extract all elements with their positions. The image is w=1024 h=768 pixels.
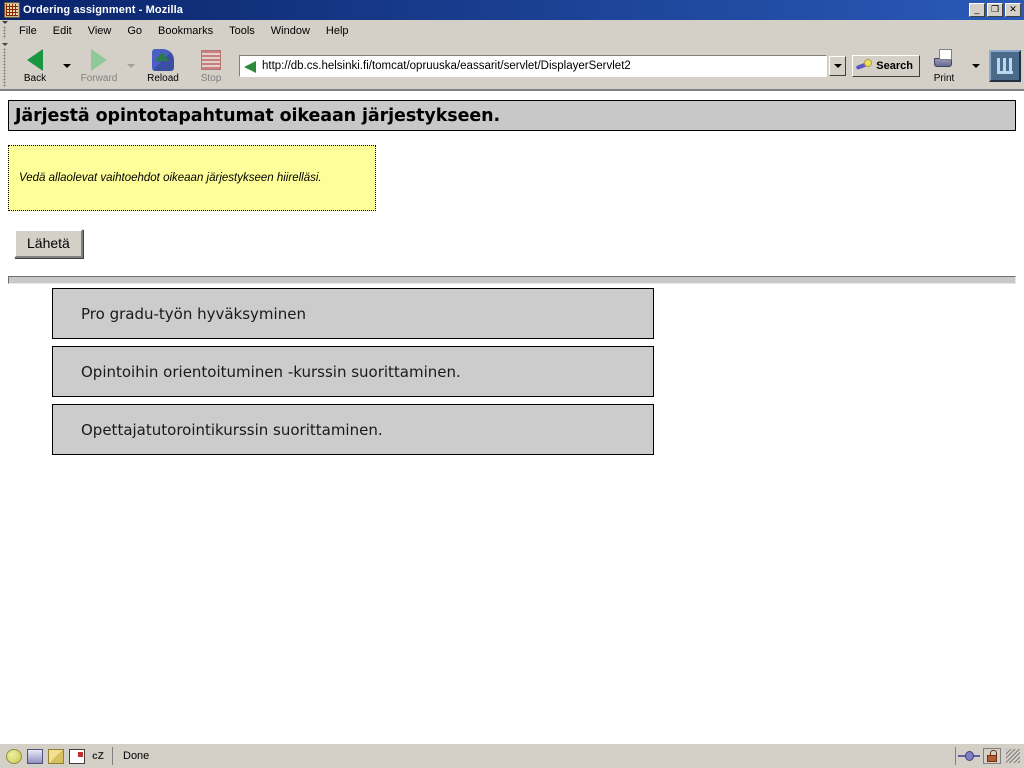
list-item[interactable]: Pro gradu-työn hyväksyminen — [52, 288, 654, 339]
menu-go[interactable]: Go — [119, 23, 150, 39]
close-button[interactable]: ✕ — [1005, 3, 1021, 17]
mozilla-throbber-icon[interactable] — [989, 49, 1021, 82]
menu-file[interactable]: File — [11, 23, 45, 39]
window-controls: _ ❐ ✕ — [969, 3, 1021, 17]
back-arrow-icon — [23, 48, 47, 72]
list-item-label: Opintoihin orientoituminen -kurssin suor… — [81, 362, 461, 381]
forward-arrow-icon — [87, 48, 111, 72]
minimize-button[interactable]: _ — [969, 3, 985, 17]
print-dropdown-icon[interactable] — [972, 63, 980, 68]
submit-button[interactable]: Lähetä — [14, 229, 83, 258]
print-icon — [932, 48, 956, 72]
search-icon — [856, 58, 873, 73]
search-button[interactable]: Search — [852, 54, 920, 77]
address-dropdown-button[interactable] — [829, 55, 847, 76]
navigation-toolbar: Back Forward Reload Stop http://db.cs.he… — [0, 42, 1024, 90]
page-title: Järjestä opintotapahtumat oikeaan järjes… — [8, 100, 1016, 131]
offline-status-icon[interactable] — [958, 748, 980, 764]
browser-window: Ordering assignment - Mozilla _ ❐ ✕ File… — [0, 0, 1024, 768]
stop-icon — [199, 48, 223, 72]
chevron-down-icon — [833, 63, 842, 68]
title-bar: Ordering assignment - Mozilla _ ❐ ✕ — [0, 0, 1024, 20]
ordering-item-list: Pro gradu-työn hyväksyminen Opintoihin o… — [0, 288, 1024, 455]
list-item[interactable]: Opettajatutorointikurssin suorittaminen. — [52, 404, 654, 455]
menu-help[interactable]: Help — [318, 23, 357, 39]
mail-compose-icon[interactable] — [27, 748, 43, 764]
list-item-label: Opettajatutorointikurssin suorittaminen. — [81, 420, 383, 439]
browser-icon[interactable] — [6, 748, 22, 764]
page-proxy-icon — [243, 58, 259, 74]
instruction-box: Vedä allaolevat vaihtoehdot oikeaan järj… — [8, 145, 376, 211]
menu-bookmarks[interactable]: Bookmarks — [150, 23, 221, 39]
window-resize-grip[interactable] — [1006, 749, 1020, 763]
print-button-label: Print — [933, 72, 955, 84]
url-input[interactable]: http://db.cs.helsinki.fi/tomcat/opruuska… — [262, 60, 826, 72]
status-bar: cZ Done — [0, 743, 1024, 768]
stop-button-label: Stop — [200, 72, 222, 84]
address-bar[interactable]: http://db.cs.helsinki.fi/tomcat/opruuska… — [239, 54, 828, 77]
address-book-icon[interactable] — [69, 748, 85, 764]
forward-history-dropdown-icon[interactable] — [127, 63, 135, 68]
list-item-label: Pro gradu-työn hyväksyminen — [81, 304, 306, 323]
composer-icon[interactable] — [48, 748, 64, 764]
menu-bar: File Edit View Go Bookmarks Tools Window… — [0, 20, 1024, 42]
menubar-grip[interactable] — [0, 20, 9, 41]
print-button[interactable]: Print — [920, 44, 968, 88]
mozilla-app-icon — [4, 2, 20, 18]
status-message: Done — [113, 747, 956, 765]
back-history-dropdown-icon[interactable] — [63, 63, 71, 68]
reload-button[interactable]: Reload — [139, 44, 187, 88]
menu-tools[interactable]: Tools — [221, 23, 263, 39]
security-lock-icon[interactable] — [983, 748, 1001, 764]
page-title-text: Järjestä opintotapahtumat oikeaan järjes… — [15, 105, 501, 126]
menu-edit[interactable]: Edit — [45, 23, 80, 39]
reload-button-label: Reload — [147, 72, 179, 84]
forward-button-label: Forward — [80, 72, 118, 84]
restore-button[interactable]: ❐ — [987, 3, 1003, 17]
back-button[interactable]: Back — [11, 44, 59, 88]
stop-button[interactable]: Stop — [187, 44, 235, 88]
search-button-label: Search — [876, 59, 913, 72]
component-bar: cZ — [2, 747, 113, 765]
horizontal-rule — [8, 276, 1016, 284]
forward-button[interactable]: Forward — [75, 44, 123, 88]
page-content: Järjestä opintotapahtumat oikeaan järjes… — [0, 90, 1024, 743]
instruction-text: Vedä allaolevat vaihtoehdot oikeaan järj… — [19, 172, 322, 184]
menu-window[interactable]: Window — [263, 23, 318, 39]
menu-view[interactable]: View — [80, 23, 120, 39]
back-button-label: Back — [23, 72, 47, 84]
chatzilla-icon[interactable]: cZ — [90, 749, 106, 764]
window-title: Ordering assignment - Mozilla — [23, 4, 183, 16]
navbar-grip[interactable] — [0, 42, 9, 89]
reload-icon — [151, 48, 175, 72]
status-indicators — [958, 748, 1022, 764]
list-item[interactable]: Opintoihin orientoituminen -kurssin suor… — [52, 346, 654, 397]
